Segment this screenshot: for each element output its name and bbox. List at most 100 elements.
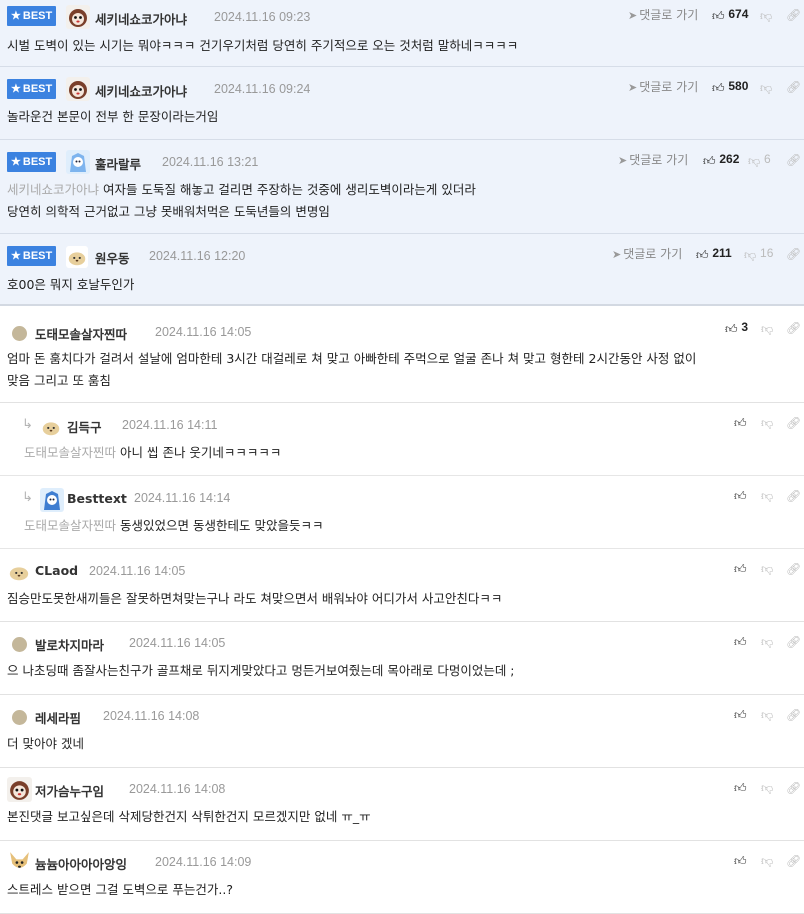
upvote-button[interactable]: 👍︎ 580	[712, 79, 748, 96]
comment: 도태모솔살자찐따 2024.11.16 14:05 👍︎ 3 👎︎ 🔗︎ 엄마 …	[0, 308, 804, 403]
thumbs-down-icon: 👎︎	[744, 248, 757, 262]
link-button[interactable]: 🔗︎	[786, 706, 801, 722]
downvote-button[interactable]: 👎︎	[761, 320, 773, 337]
downvote-button[interactable]: 👎︎	[761, 487, 773, 504]
avatar[interactable]	[7, 777, 32, 802]
avatar[interactable]	[40, 488, 64, 512]
upvote-button[interactable]: 👍︎	[734, 633, 747, 650]
reply-target-name[interactable]: 도태모솔살자찐따	[24, 445, 116, 460]
upvote-button[interactable]: 👍︎	[734, 414, 747, 431]
upvote-button[interactable]: 👍︎ 674	[712, 7, 748, 24]
link-icon: 🔗︎	[786, 854, 802, 868]
upvote-button[interactable]: 👍︎ 3	[725, 320, 748, 337]
comment-text: 놀라운건 본문이 전부 한 문장이라는거임	[7, 109, 219, 124]
downvote-button[interactable]: 👎︎	[761, 414, 773, 431]
comment-date: 2024.11.16 09:23	[214, 10, 311, 24]
avatar[interactable]	[12, 710, 27, 725]
comment-date: 2024.11.16 09:24	[214, 82, 311, 96]
comment-date: 2024.11.16 12:20	[149, 249, 246, 263]
link-icon: 🔗︎	[786, 8, 802, 22]
link-button[interactable]: 🔗︎	[786, 6, 801, 22]
reply-target-name[interactable]: 도태모솔살자찐따	[24, 518, 116, 533]
avatar[interactable]	[8, 561, 30, 583]
upvote-button[interactable]: 👍︎	[734, 852, 747, 869]
author-name[interactable]: 저가슴누구임	[35, 781, 104, 800]
link-button[interactable]: 🔗︎	[786, 487, 801, 503]
best-badge: ★ BEST	[7, 6, 56, 26]
upvote-button[interactable]: 👍︎	[734, 560, 747, 577]
link-button[interactable]: 🔗︎	[786, 779, 801, 795]
upvote-button[interactable]: 👍︎ 211	[696, 246, 732, 263]
avatar[interactable]	[12, 637, 27, 652]
downvote-button[interactable]: 👎︎	[761, 560, 773, 577]
thumbs-up-icon: 👍︎	[703, 154, 716, 168]
avatar[interactable]	[40, 416, 62, 438]
link-icon: 🔗︎	[786, 781, 802, 795]
comment: 늄늄아아아아앙잉 2024.11.16 14:09 👍︎ 👎︎ 🔗︎ 스트레스 …	[0, 841, 804, 914]
author-name[interactable]: CLaod	[35, 563, 78, 578]
author-name[interactable]: 훌라랄루	[95, 154, 141, 173]
thumbs-up-icon: 👍︎	[734, 635, 747, 649]
thumbs-up-icon: 👍︎	[734, 416, 747, 430]
author-name[interactable]: 김득구	[67, 417, 102, 436]
upvote-button[interactable]: 👍︎	[734, 706, 747, 723]
downvote-button[interactable]: 👎︎	[761, 706, 773, 723]
author-name[interactable]: 원우동	[95, 248, 130, 267]
downvote-button[interactable]: 👎︎	[761, 852, 773, 869]
avatar[interactable]	[12, 326, 27, 341]
author-name[interactable]: 세키네쇼코가아냐	[95, 81, 187, 100]
goto-comment-link[interactable]: ➤ 댓글로 가기	[618, 151, 688, 168]
link-button[interactable]: 🔗︎	[786, 560, 801, 576]
author-name[interactable]: Besttext	[67, 491, 127, 506]
avatar[interactable]	[66, 77, 90, 101]
link-button[interactable]: 🔗︎	[786, 852, 801, 868]
best-comment: ★ BEST 원우동 2024.11.16 12:20 ➤ 댓글로 가기 👍︎ 21…	[0, 234, 804, 306]
arrow-icon: ➤	[628, 9, 638, 22]
avatar[interactable]	[66, 246, 88, 268]
comment-date: 2024.11.16 13:21	[162, 155, 259, 169]
downvote-button[interactable]: 👎︎	[761, 633, 773, 650]
avatar[interactable]	[66, 150, 90, 174]
comment-date: 2024.11.16 14:05	[89, 564, 186, 578]
link-button[interactable]: 🔗︎	[786, 245, 801, 261]
link-button[interactable]: 🔗︎	[786, 414, 801, 430]
author-name[interactable]: 세키네쇼코가아냐	[95, 9, 187, 28]
author-name[interactable]: 늄늄아아아아앙잉	[35, 854, 127, 873]
best-badge: ★ BEST	[7, 246, 56, 266]
link-icon: 🔗︎	[786, 80, 802, 94]
thumbs-down-icon: 👎︎	[761, 416, 774, 430]
goto-comment-link[interactable]: ➤ 댓글로 가기	[628, 78, 698, 95]
author-name[interactable]: 도태모솔살자찐따	[35, 324, 127, 343]
upvote-button[interactable]: 👍︎	[734, 779, 747, 796]
comment-text: 세키네쇼코가아냐 여자들 도둑질 해놓고 걸리면 주장하는 것중에 생리도벽이라…	[7, 182, 476, 219]
goto-comment-link[interactable]: ➤ 댓글로 가기	[628, 6, 698, 23]
link-icon: 🔗︎	[786, 562, 802, 576]
comment-text: 스트레스 받으면 그걸 도벽으로 푸는건가..?	[7, 882, 233, 897]
avatar[interactable]	[7, 849, 32, 874]
comment-text: 더 맞아야 겠네	[7, 736, 84, 751]
thumbs-up-icon: 👍︎	[734, 489, 747, 503]
reply-target-name[interactable]: 세키네쇼코가아냐	[7, 182, 99, 197]
downvote-button[interactable]: 👎︎ 6	[748, 152, 771, 169]
downvote-button[interactable]: 👎︎	[760, 7, 772, 24]
reply-comment: ↳ Besttext 2024.11.16 14:14 👍︎ 👎︎ 🔗︎ 도태모…	[0, 476, 804, 549]
link-button[interactable]: 🔗︎	[786, 151, 801, 167]
thumbs-down-icon: 👎︎	[761, 322, 774, 336]
link-button[interactable]: 🔗︎	[786, 633, 801, 649]
author-name[interactable]: 발로차지마라	[35, 635, 104, 654]
link-button[interactable]: 🔗︎	[786, 319, 801, 335]
downvote-button[interactable]: 👎︎	[761, 779, 773, 796]
goto-comment-link[interactable]: ➤ 댓글로 가기	[612, 245, 682, 262]
downvote-button[interactable]: 👎︎	[760, 79, 772, 96]
arrow-icon: ➤	[612, 248, 622, 261]
author-name[interactable]: 레세라핌	[35, 708, 81, 727]
thumbs-down-icon: 👎︎	[761, 781, 774, 795]
upvote-button[interactable]: 👍︎ 262	[703, 152, 739, 169]
comment: 발로차지마라 2024.11.16 14:05 👍︎ 👎︎ 🔗︎ 으 나초딩때 …	[0, 622, 804, 695]
upvote-button[interactable]: 👍︎	[734, 487, 747, 504]
comment-text: 호00은 뭐지 호날두인가	[7, 277, 135, 292]
downvote-button[interactable]: 👎︎ 16	[744, 246, 773, 263]
best-badge: ★ BEST	[7, 79, 56, 99]
link-button[interactable]: 🔗︎	[786, 78, 801, 94]
avatar[interactable]	[66, 5, 90, 29]
